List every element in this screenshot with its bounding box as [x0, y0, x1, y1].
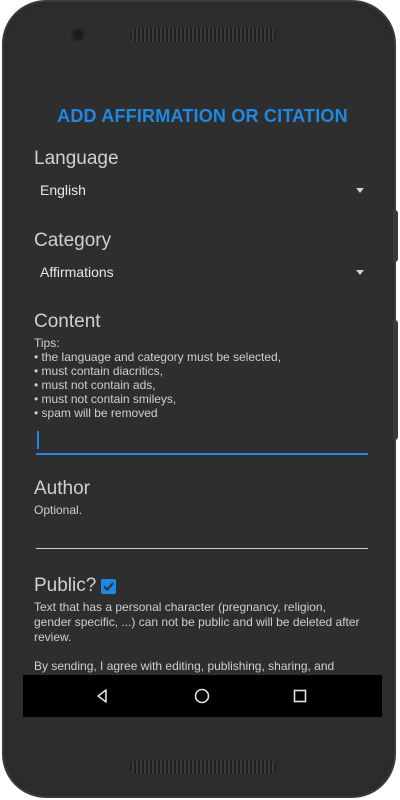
- agreement-text: By sending, I agree with editing, publis…: [34, 659, 335, 673]
- category-dropdown[interactable]: Affirmations: [34, 261, 364, 287]
- public-note-line: gender specific, ...) can not be public …: [34, 615, 360, 629]
- language-label: Language: [34, 148, 119, 169]
- category-label: Category: [34, 230, 112, 251]
- checkmark-icon: [103, 582, 114, 592]
- author-hint: Optional.: [34, 503, 83, 517]
- front-camera: [73, 30, 83, 40]
- content-label: Content: [34, 311, 101, 332]
- content-tip-item: • spam will be removed: [34, 406, 158, 420]
- back-triangle-icon[interactable]: [90, 684, 114, 708]
- bottom-speaker-grille: [130, 760, 276, 774]
- public-label: Public?: [34, 575, 97, 596]
- page-title: ADD AFFIRMATION OR CITATION: [57, 106, 348, 126]
- author-label: Author: [34, 478, 90, 499]
- author-input[interactable]: [36, 520, 368, 550]
- content-tip-item: • must not contain smileys,: [34, 392, 177, 406]
- category-selected-value: Affirmations: [40, 264, 114, 280]
- volume-button: [393, 210, 398, 262]
- public-note-line: Text that has a personal character (preg…: [34, 600, 326, 614]
- dropdown-arrow-icon: [356, 188, 364, 193]
- app-screen: ADD AFFIRMATION OR CITATION Language Eng…: [23, 80, 382, 717]
- content-tips-title: Tips:: [34, 336, 60, 350]
- content-input[interactable]: [36, 426, 368, 456]
- language-dropdown[interactable]: English: [34, 179, 364, 205]
- recents-square-icon[interactable]: [288, 684, 312, 708]
- home-circle-icon[interactable]: [190, 684, 214, 708]
- language-selected-value: English: [40, 182, 86, 198]
- dropdown-arrow-icon: [356, 270, 364, 275]
- text-cursor: [37, 431, 39, 449]
- phone-frame: ADD AFFIRMATION OR CITATION Language Eng…: [2, 0, 398, 798]
- content-tip-item: • must not contain ads,: [34, 378, 156, 392]
- public-checkbox[interactable]: [101, 579, 116, 594]
- public-note-line: review.: [34, 630, 72, 644]
- power-button: [393, 320, 398, 440]
- form-scroll-area[interactable]: ADD AFFIRMATION OR CITATION Language Eng…: [23, 80, 382, 675]
- content-input-underline: [36, 453, 368, 455]
- content-tip-item: • the language and category must be sele…: [34, 350, 282, 364]
- author-input-underline: [36, 548, 368, 549]
- system-navigation-bar: [23, 675, 382, 717]
- content-tip-item: • must contain diacritics,: [34, 364, 163, 378]
- top-speaker-grille: [130, 28, 276, 42]
